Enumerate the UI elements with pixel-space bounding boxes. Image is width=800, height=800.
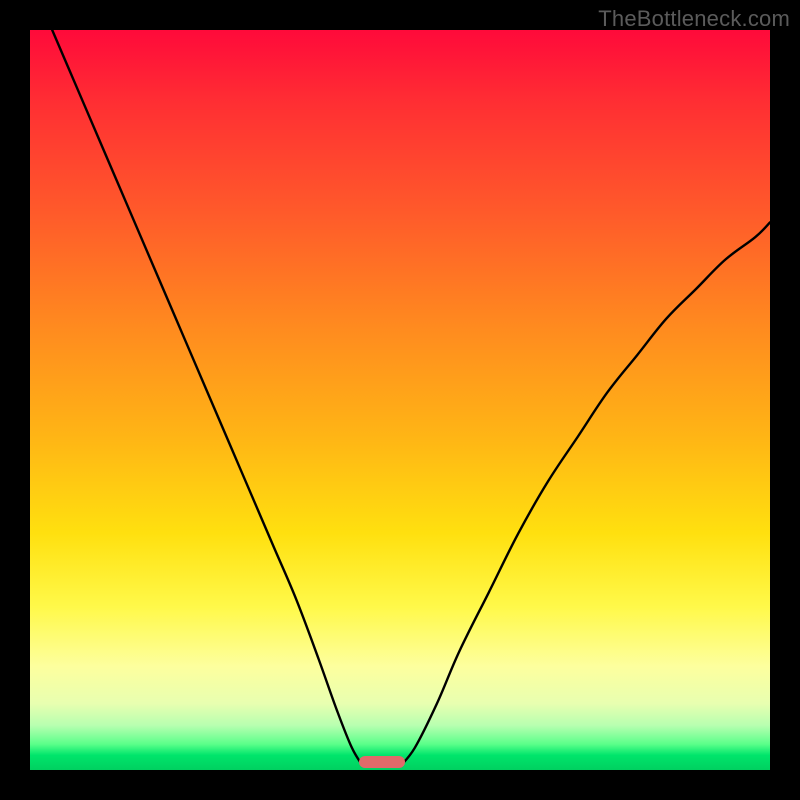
watermark-text: TheBottleneck.com [598,6,790,32]
chart-gradient-background [30,30,770,770]
bottom-marker [359,756,405,768]
chart-frame [30,30,770,770]
